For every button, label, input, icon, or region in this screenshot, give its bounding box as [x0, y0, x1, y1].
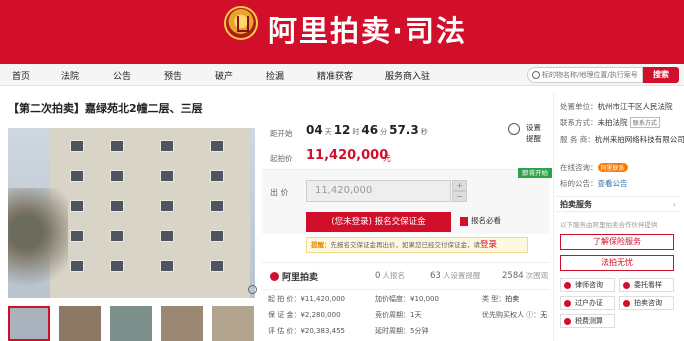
search-box: [527, 67, 643, 83]
status-badge: 即将开始: [518, 168, 552, 178]
auction-consult-button[interactable]: 拍卖咨询: [619, 296, 674, 310]
detail-assess: 评 估 价：¥20,383,455: [268, 327, 345, 335]
nav-item-announcement[interactable]: 公告: [113, 69, 131, 82]
detail-priority: 优先购买权人 Ⓘ：无: [482, 311, 548, 319]
thumbnail-4[interactable]: [161, 306, 203, 341]
bid-label: 出 价: [270, 188, 289, 197]
online-line: 在线咨询： 阿里联系: [560, 162, 628, 173]
login-link[interactable]: 登录: [480, 240, 497, 250]
thumbnail-5[interactable]: [212, 306, 254, 341]
thumbnail-3[interactable]: [110, 306, 152, 341]
building-image: [50, 128, 250, 298]
transfer-button[interactable]: 过户办证: [560, 296, 615, 310]
brand-title[interactable]: 阿里拍卖·司法: [268, 8, 467, 50]
main-nav: 首页 法院 公告 预告 破产 捡漏 精准获客 服务商入驻 搜索: [0, 64, 684, 86]
calculator-icon: [564, 318, 571, 325]
search-icon: [532, 71, 540, 79]
tree-image: [8, 188, 68, 298]
thumbnail-strip: [8, 306, 255, 341]
top-banner: 阿里拍卖·司法: [0, 0, 684, 64]
court-emblem-icon: [224, 6, 258, 40]
main-photo[interactable]: [8, 128, 255, 298]
nav-item-court[interactable]: 法院: [61, 69, 79, 82]
eye-icon: [623, 282, 630, 289]
stat-views: 2584 次围观: [502, 271, 549, 281]
nav-item-customer[interactable]: 精准获客: [317, 69, 353, 82]
service-provider[interactable]: 杭州来拍网络科技有限公司: [595, 135, 684, 144]
thumbnail-1[interactable]: [8, 306, 50, 341]
ali-logo-icon: [270, 272, 279, 281]
countdown-label: 距开始: [270, 129, 293, 138]
bid-amount-input[interactable]: 11,420,000: [306, 180, 451, 202]
detail-delay: 延时周期：5分钟: [375, 327, 429, 335]
detail-deposit: 保 证 金：¥2,280,000: [268, 311, 341, 319]
signup-deposit-button[interactable]: (您未登录) 报名交保证金: [306, 212, 451, 232]
stat-signups: 0 人报名: [375, 271, 405, 281]
detail-type: 类 型：拍卖: [482, 295, 520, 303]
announce-link[interactable]: 查看公告: [598, 179, 628, 188]
start-price: 11,420,000: [306, 148, 389, 163]
detail-increment: 加价幅度：¥10,000: [375, 295, 439, 303]
search-input[interactable]: [542, 69, 642, 81]
bid-stepper: + −: [452, 180, 467, 202]
detail-period: 竞价周期：1天: [375, 311, 422, 319]
stepper-minus-button[interactable]: −: [452, 191, 467, 202]
search-button[interactable]: 搜索: [643, 67, 679, 83]
tax-calc-button[interactable]: 税费测算: [560, 314, 615, 328]
view-sample-button[interactable]: 委托看样: [619, 278, 674, 292]
nav-item-preview[interactable]: 预告: [164, 69, 182, 82]
thumbnail-2[interactable]: [59, 306, 101, 341]
must-read-link[interactable]: 报名必看: [460, 215, 501, 226]
nav-item-bargain[interactable]: 捡漏: [266, 69, 284, 82]
announce-line: 标的公告：查看公告: [560, 179, 628, 188]
login-tip: 提醒：先报名交保证金再出价，如果您已经交付保证金，请登录: [306, 237, 528, 253]
stepper-plus-button[interactable]: +: [452, 180, 467, 191]
countdown-timer: 04 天 12 时 46 分 57.3 秒: [306, 123, 428, 137]
court-name[interactable]: 杭州市江干区人民法院: [598, 102, 673, 111]
document-icon: [460, 216, 468, 226]
page-title: 【第二次拍卖】嘉绿苑北2幢二层、三层: [8, 102, 203, 115]
nav-item-bankruptcy[interactable]: 破产: [215, 69, 233, 82]
lawyer-icon: [564, 282, 571, 289]
set-reminder-button[interactable]: 设置提醒: [506, 121, 546, 149]
lawyer-consult-button[interactable]: 律师咨询: [560, 278, 615, 292]
auction-service-header[interactable]: 拍卖服务 ›: [556, 196, 680, 212]
service-note: 以下服务由阿里拍卖合作伙伴提供: [560, 221, 658, 229]
transfer-icon: [564, 300, 571, 307]
stat-reminders: 63 人设置提醒: [430, 271, 481, 281]
online-consult-button[interactable]: 阿里联系: [597, 163, 628, 172]
loan-button[interactable]: 法拍无忧: [560, 255, 674, 271]
detail-start-price: 起 拍 价：¥11,420,000: [268, 295, 345, 303]
question-icon: Ⓘ: [526, 311, 534, 319]
clock-icon: [508, 123, 520, 135]
nav-item-provider[interactable]: 服务商入驻: [385, 69, 430, 82]
platform-logo: 阿里拍卖: [270, 270, 318, 283]
start-price-label: 起拍价: [270, 154, 293, 163]
contact-line: 联系方式：未拍法院 联系方式: [560, 117, 660, 128]
court-line: 处置单位：杭州市江干区人民法院: [560, 102, 673, 111]
chevron-right-icon: ›: [672, 200, 676, 209]
price-unit: 元: [383, 154, 391, 163]
zoom-icon[interactable]: [248, 285, 257, 294]
chat-icon: [623, 300, 630, 307]
nav-item-home[interactable]: 首页: [12, 69, 30, 82]
service-line: 服 务 商：杭州来拍网络科技有限公司: [560, 135, 684, 144]
contact-tag[interactable]: 联系方式: [629, 117, 660, 128]
insurance-button[interactable]: 了解保险服务: [560, 234, 674, 250]
